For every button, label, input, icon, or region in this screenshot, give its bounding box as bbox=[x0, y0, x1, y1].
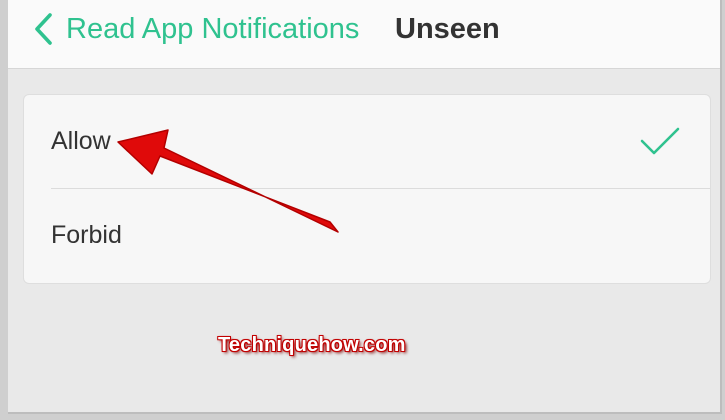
option-allow[interactable]: Allow bbox=[24, 95, 710, 188]
chevron-left-icon bbox=[35, 13, 52, 45]
top-app-bar: Read App Notifications Unseen bbox=[8, 0, 720, 69]
watermark: Techniquehow.com bbox=[218, 334, 406, 356]
option-allow-label: Allow bbox=[51, 127, 111, 155]
option-forbid-label: Forbid bbox=[51, 221, 122, 249]
back-label: Read App Notifications bbox=[66, 12, 360, 45]
back-button[interactable]: Read App Notifications bbox=[32, 6, 359, 52]
option-forbid[interactable]: Forbid bbox=[24, 189, 710, 282]
options-list: Allow Forbid bbox=[23, 94, 711, 284]
checkmark-icon bbox=[640, 127, 680, 155]
screen: Read App Notifications Unseen Allow Forb… bbox=[8, 0, 722, 414]
page-title: Unseen bbox=[395, 13, 500, 45]
